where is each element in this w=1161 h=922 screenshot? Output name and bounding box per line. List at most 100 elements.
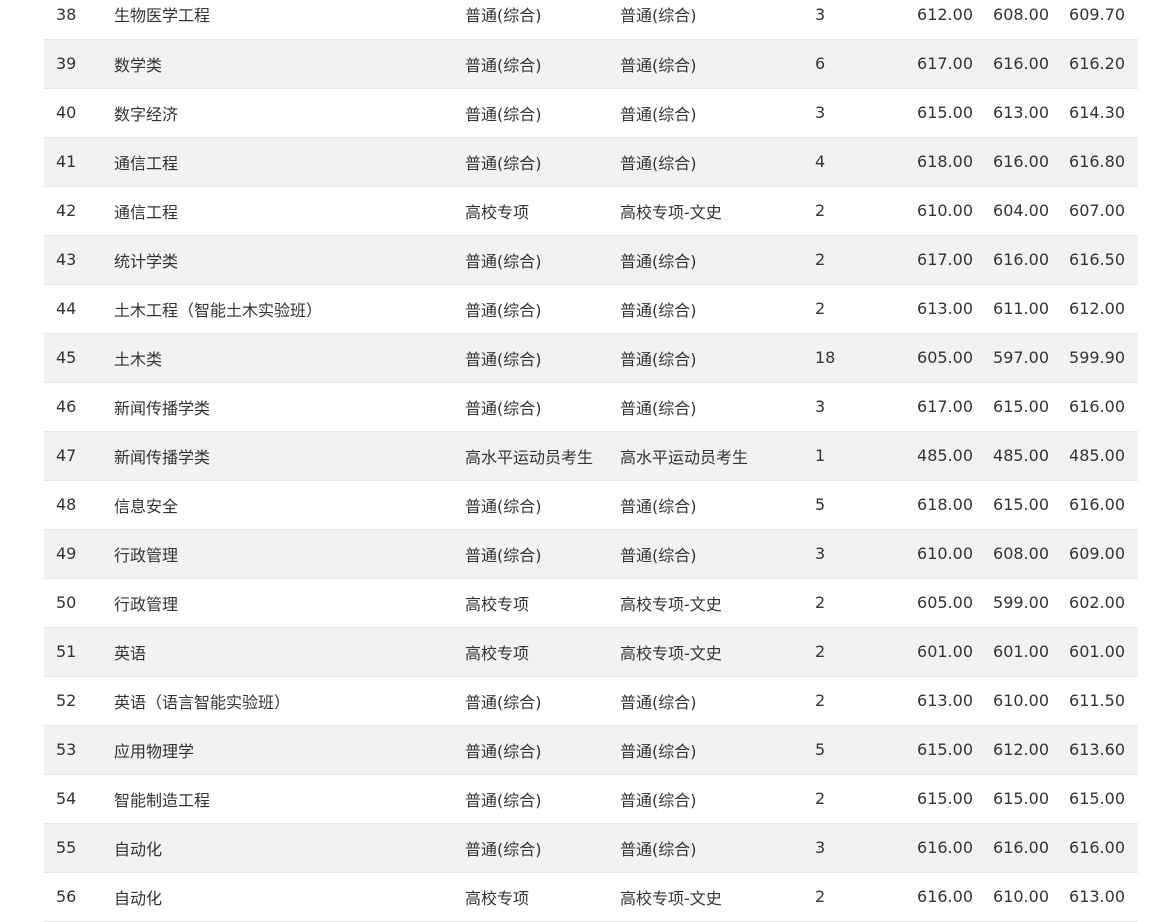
major-name-cell: 应用物理学: [114, 725, 465, 775]
enrolled-count-cell: 3: [815, 382, 897, 432]
max-score-cell: 605.00: [897, 578, 973, 628]
table-row: 56 自动化 高校专项 高校专项-文史 2 616.00 610.00 613.00: [44, 872, 1138, 922]
max-score-cell: 618.00: [897, 137, 973, 187]
row-number-cell: 53: [44, 725, 114, 775]
table-row: 42 通信工程 高校专项 高校专项-文史 2 610.00 604.00 607.00: [44, 186, 1138, 236]
admission-scores-table-container: 38 生物医学工程 普通(综合) 普通(综合) 3 612.00 608.00 609.70 3…: [44, 0, 1138, 922]
max-score-cell: 613.00: [897, 284, 973, 334]
min-score-cell: 611.00: [973, 284, 1049, 334]
major-name-cell: 土木类: [114, 333, 465, 383]
max-score-cell: 617.00: [897, 39, 973, 89]
row-number-cell: 46: [44, 382, 114, 432]
row-number-cell: 47: [44, 431, 114, 481]
average-score-cell: 615.00: [1049, 774, 1138, 824]
enrollment-group-cell: 高校专项-文史: [620, 578, 815, 628]
row-number-cell: 52: [44, 676, 114, 726]
table-row: 48 信息安全 普通(综合) 普通(综合) 5 618.00 615.00 616.00: [44, 480, 1138, 530]
major-name-cell: 行政管理: [114, 529, 465, 579]
enrolled-count-cell: 2: [815, 872, 897, 922]
table-row: 54 智能制造工程 普通(综合) 普通(综合) 2 615.00 615.00 615.00: [44, 774, 1138, 824]
enrolled-count-cell: 2: [815, 578, 897, 628]
max-score-cell: 613.00: [897, 676, 973, 726]
min-score-cell: 608.00: [973, 0, 1049, 40]
major-name-cell: 通信工程: [114, 137, 465, 187]
enrollment-group-cell: 普通(综合): [620, 284, 815, 334]
min-score-cell: 616.00: [973, 235, 1049, 285]
row-number-cell: 43: [44, 235, 114, 285]
enrollment-group-cell: 普通(综合): [620, 725, 815, 775]
min-score-cell: 599.00: [973, 578, 1049, 628]
average-score-cell: 613.60: [1049, 725, 1138, 775]
admission-type-cell: 普通(综合): [465, 774, 620, 824]
min-score-cell: 615.00: [973, 774, 1049, 824]
enrollment-group-cell: 高校专项-文史: [620, 186, 815, 236]
enrollment-group-cell: 普通(综合): [620, 0, 815, 40]
max-score-cell: 617.00: [897, 235, 973, 285]
enrolled-count-cell: 4: [815, 137, 897, 187]
average-score-cell: 602.00: [1049, 578, 1138, 628]
table-row: 38 生物医学工程 普通(综合) 普通(综合) 3 612.00 608.00 609.70: [44, 0, 1138, 40]
row-number-cell: 50: [44, 578, 114, 628]
table-row: 47 新闻传播学类 高水平运动员考生 高水平运动员考生 1 485.00 485.00 485…: [44, 431, 1138, 481]
table-row: 50 行政管理 高校专项 高校专项-文史 2 605.00 599.00 602.00: [44, 578, 1138, 628]
max-score-cell: 610.00: [897, 529, 973, 579]
max-score-cell: 618.00: [897, 480, 973, 530]
average-score-cell: 599.90: [1049, 333, 1138, 383]
major-name-cell: 自动化: [114, 872, 465, 922]
row-number-cell: 44: [44, 284, 114, 334]
row-number-cell: 39: [44, 39, 114, 89]
enrollment-group-cell: 普通(综合): [620, 137, 815, 187]
enrollment-group-cell: 高校专项-文史: [620, 872, 815, 922]
average-score-cell: 616.80: [1049, 137, 1138, 187]
min-score-cell: 601.00: [973, 627, 1049, 677]
enrollment-group-cell: 普通(综合): [620, 333, 815, 383]
min-score-cell: 608.00: [973, 529, 1049, 579]
row-number-cell: 38: [44, 0, 114, 40]
average-score-cell: 485.00: [1049, 431, 1138, 481]
row-number-cell: 55: [44, 823, 114, 873]
admission-type-cell: 普通(综合): [465, 88, 620, 138]
admission-type-cell: 普通(综合): [465, 333, 620, 383]
average-score-cell: 613.00: [1049, 872, 1138, 922]
enrolled-count-cell: 18: [815, 333, 897, 383]
admission-type-cell: 高校专项: [465, 186, 620, 236]
major-name-cell: 新闻传播学类: [114, 431, 465, 481]
min-score-cell: 612.00: [973, 725, 1049, 775]
enrollment-group-cell: 普通(综合): [620, 39, 815, 89]
major-name-cell: 智能制造工程: [114, 774, 465, 824]
major-name-cell: 数学类: [114, 39, 465, 89]
admission-type-cell: 普通(综合): [465, 39, 620, 89]
average-score-cell: 614.30: [1049, 88, 1138, 138]
admission-scores-table: 38 生物医学工程 普通(综合) 普通(综合) 3 612.00 608.00 609.70 3…: [44, 0, 1138, 922]
admission-type-cell: 高水平运动员考生: [465, 431, 620, 481]
row-number-cell: 51: [44, 627, 114, 677]
average-score-cell: 616.20: [1049, 39, 1138, 89]
min-score-cell: 616.00: [973, 39, 1049, 89]
row-number-cell: 45: [44, 333, 114, 383]
major-name-cell: 自动化: [114, 823, 465, 873]
table-row: 41 通信工程 普通(综合) 普通(综合) 4 618.00 616.00 616.80: [44, 137, 1138, 187]
table-row: 46 新闻传播学类 普通(综合) 普通(综合) 3 617.00 615.00 616.00: [44, 382, 1138, 432]
table-row: 53 应用物理学 普通(综合) 普通(综合) 5 615.00 612.00 613.60: [44, 725, 1138, 775]
min-score-cell: 610.00: [973, 872, 1049, 922]
max-score-cell: 616.00: [897, 823, 973, 873]
enrolled-count-cell: 5: [815, 725, 897, 775]
average-score-cell: 616.50: [1049, 235, 1138, 285]
enrolled-count-cell: 2: [815, 186, 897, 236]
admission-type-cell: 高校专项: [465, 578, 620, 628]
table-row: 49 行政管理 普通(综合) 普通(综合) 3 610.00 608.00 609.00: [44, 529, 1138, 579]
enrollment-group-cell: 普通(综合): [620, 774, 815, 824]
max-score-cell: 615.00: [897, 725, 973, 775]
major-name-cell: 生物医学工程: [114, 0, 465, 40]
enrolled-count-cell: 3: [815, 88, 897, 138]
average-score-cell: 616.00: [1049, 480, 1138, 530]
major-name-cell: 行政管理: [114, 578, 465, 628]
enrolled-count-cell: 3: [815, 823, 897, 873]
min-score-cell: 613.00: [973, 88, 1049, 138]
enrolled-count-cell: 1: [815, 431, 897, 481]
max-score-cell: 610.00: [897, 186, 973, 236]
admission-type-cell: 普通(综合): [465, 235, 620, 285]
admission-type-cell: 普通(综合): [465, 0, 620, 40]
average-score-cell: 611.50: [1049, 676, 1138, 726]
enrolled-count-cell: 6: [815, 39, 897, 89]
